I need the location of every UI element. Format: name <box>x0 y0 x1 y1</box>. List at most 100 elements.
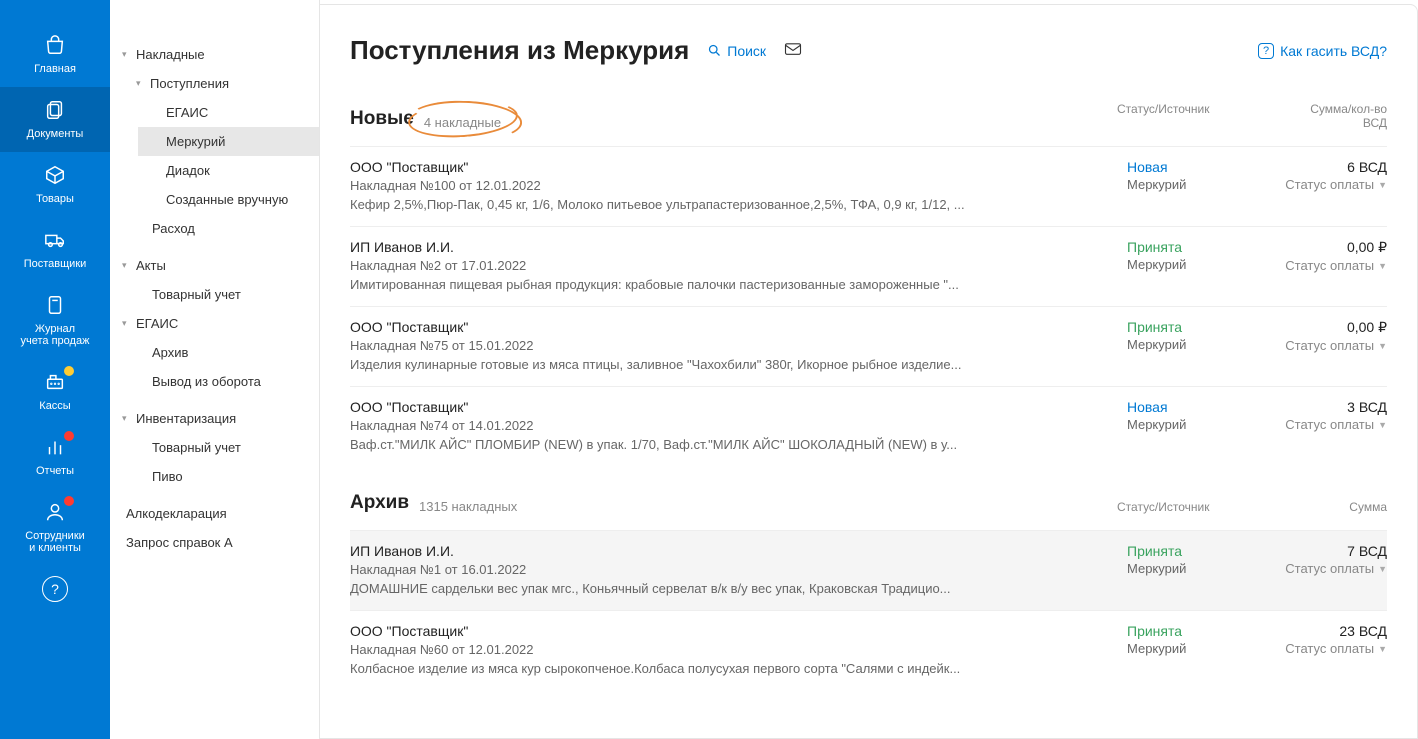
section-archive-title: Архив <box>350 492 409 514</box>
badge-icon <box>64 431 74 441</box>
row-amount: 23 ВСД <box>1247 623 1387 639</box>
section-new-header: Новые 4 накладные Статус/Источник Сумма/… <box>350 102 1387 136</box>
row-status: Принята <box>1127 623 1247 639</box>
row-status: Принята <box>1127 319 1247 335</box>
rail-reports[interactable]: Отчеты <box>0 424 110 489</box>
tree-egais[interactable]: ЕГАИС <box>138 98 319 127</box>
tree-manual[interactable]: Созданные вручную <box>138 185 319 214</box>
tree-tovarny-uchet[interactable]: Товарный учет <box>124 280 319 309</box>
chevron-down-icon: ▼ <box>1378 644 1387 654</box>
chevron-down-icon: ▼ <box>1378 180 1387 190</box>
row-title: ООО "Поставщик" <box>350 399 1127 415</box>
row-status: Принята <box>1127 543 1247 559</box>
col-sum-header: Сумма/кол-во ВСД <box>1277 102 1387 130</box>
row-amount: 0,00 ₽ <box>1247 319 1387 336</box>
rail-staff[interactable]: Сотрудники и клиенты <box>0 489 110 566</box>
nav-rail: Главная Документы Товары Поставщики Журн… <box>0 0 110 739</box>
page-title: Поступления из Меркурия <box>350 35 689 66</box>
section-new-count: 4 накладные <box>424 115 501 130</box>
row-description: Кефир 2,5%,Пюр-Пак, 0,45 кг, 1/6, Молоко… <box>350 197 990 212</box>
rail-cash[interactable]: Кассы <box>0 359 110 424</box>
person-icon <box>42 499 68 525</box>
tree-invent[interactable]: ▾ Инвентаризация <box>110 404 319 433</box>
row-source: Меркурий <box>1127 257 1247 272</box>
list-row[interactable]: ООО "Поставщик" Накладная №60 от 12.01.20… <box>350 610 1387 690</box>
row-source: Меркурий <box>1127 177 1247 192</box>
payment-status-dropdown[interactable]: Статус оплаты▼ <box>1285 641 1387 656</box>
tree-mercury[interactable]: Меркурий <box>138 127 319 156</box>
chevron-down-icon: ▾ <box>136 78 146 89</box>
col-sum-header: Сумма <box>1277 500 1387 514</box>
row-status: Принята <box>1127 239 1247 255</box>
list-row[interactable]: ООО "Поставщик"Накладная №75 от 15.01.20… <box>350 306 1387 386</box>
chevron-down-icon: ▾ <box>122 49 132 60</box>
list-new: ООО "Поставщик" Накладная №100 от 12.01.2… <box>350 146 1387 466</box>
documents-icon <box>42 97 68 123</box>
row-subtitle: Накладная №74 от 14.01.2022 <box>350 418 1127 433</box>
section-archive-header: Архив 1315 накладных Статус/Источник Сум… <box>350 492 1387 520</box>
badge-icon <box>64 496 74 506</box>
payment-status-dropdown[interactable]: Статус оплаты▼ <box>1285 417 1387 432</box>
section-new-title: Новые <box>350 108 414 130</box>
list-row[interactable]: ИП Иванов И.И.Накладная №2 от 17.01.2022… <box>350 226 1387 306</box>
rail-goods[interactable]: Товары <box>0 152 110 217</box>
chevron-down-icon: ▼ <box>1378 420 1387 430</box>
mail-button[interactable] <box>784 42 802 59</box>
row-amount: 7 ВСД <box>1247 543 1387 559</box>
tree-rashod[interactable]: Расход <box>124 214 319 243</box>
help-button[interactable]: ? <box>42 576 68 602</box>
row-amount: 3 ВСД <box>1247 399 1387 415</box>
col-status-header: Статус/Источник <box>1117 500 1237 514</box>
row-description: Колбасное изделие из мяса кур сырокопчен… <box>350 661 990 676</box>
section-archive-count: 1315 накладных <box>419 499 517 514</box>
help-link[interactable]: ? Как гасить ВСД? <box>1258 43 1387 59</box>
search-link[interactable]: Поиск <box>707 43 766 59</box>
row-source: Меркурий <box>1127 337 1247 352</box>
chevron-down-icon: ▼ <box>1378 564 1387 574</box>
payment-status-dropdown[interactable]: Статус оплаты▼ <box>1285 561 1387 576</box>
tree-egais-group[interactable]: ▾ ЕГАИС <box>110 309 319 338</box>
row-title: ООО "Поставщик" <box>350 623 1127 639</box>
list-row[interactable]: ИП Иванов И.И.Накладная №1 от 16.01.2022… <box>350 530 1387 610</box>
tree-nakladnye[interactable]: ▾ Накладные <box>110 40 319 69</box>
row-status: Новая <box>1127 399 1247 415</box>
tree-diadoc[interactable]: Диадок <box>138 156 319 185</box>
payment-status-dropdown[interactable]: Статус оплаты▼ <box>1285 177 1387 192</box>
payment-status-dropdown[interactable]: Статус оплаты▼ <box>1285 338 1387 353</box>
box-icon <box>42 162 68 188</box>
badge-icon <box>64 366 74 376</box>
row-source: Меркурий <box>1127 417 1247 432</box>
mail-icon <box>784 42 802 56</box>
list-archive: ИП Иванов И.И.Накладная №1 от 16.01.2022… <box>350 530 1387 690</box>
payment-status-dropdown[interactable]: Статус оплаты▼ <box>1285 258 1387 273</box>
row-title: ООО "Поставщик" <box>350 159 1127 175</box>
tree-alko[interactable]: Алкодекларация <box>110 499 319 528</box>
chart-icon <box>42 434 68 460</box>
cash-register-icon <box>42 369 68 395</box>
list-row[interactable]: ООО "Поставщик" Накладная №100 от 12.01.2… <box>350 146 1387 226</box>
row-status: Новая <box>1127 159 1247 175</box>
tablet-icon <box>42 292 68 318</box>
row-subtitle: Накладная №60 от 12.01.2022 <box>350 642 1127 657</box>
tree-postupleniya[interactable]: ▾ Поступления <box>124 69 319 98</box>
rail-documents[interactable]: Документы <box>0 87 110 152</box>
main-content: Поступления из Меркурия Поиск ? Как гаси… <box>320 4 1418 739</box>
row-amount: 6 ВСД <box>1247 159 1387 175</box>
row-subtitle: Накладная №100 от 12.01.2022 <box>350 178 1127 193</box>
rail-home[interactable]: Главная <box>0 22 110 87</box>
row-title: ИП Иванов И.И. <box>350 543 1127 559</box>
tree-arhiv[interactable]: Архив <box>124 338 319 367</box>
list-row[interactable]: ООО "Поставщик" Накладная №74 от 14.01.20… <box>350 386 1387 466</box>
rail-sales-journal[interactable]: Журнал учета продаж <box>0 282 110 359</box>
chevron-down-icon: ▼ <box>1378 341 1387 351</box>
tree-akty[interactable]: ▾ Акты <box>110 251 319 280</box>
tree-tovarny-uchet-2[interactable]: Товарный учет <box>124 433 319 462</box>
tree-zapros[interactable]: Запрос справок А <box>110 528 319 557</box>
tree-vyvod[interactable]: Вывод из оборота <box>124 367 319 396</box>
row-amount: 0,00 ₽ <box>1247 239 1387 256</box>
tree-pivo[interactable]: Пиво <box>124 462 319 491</box>
row-description: ДОМАШНИЕ сардельки вес упак мгс., Коньяч… <box>350 581 990 596</box>
rail-suppliers[interactable]: Поставщики <box>0 217 110 282</box>
row-description: Ваф.ст."МИЛК АЙС" ПЛОМБИР (NEW) в упак. … <box>350 437 990 452</box>
chevron-down-icon: ▾ <box>122 260 132 271</box>
